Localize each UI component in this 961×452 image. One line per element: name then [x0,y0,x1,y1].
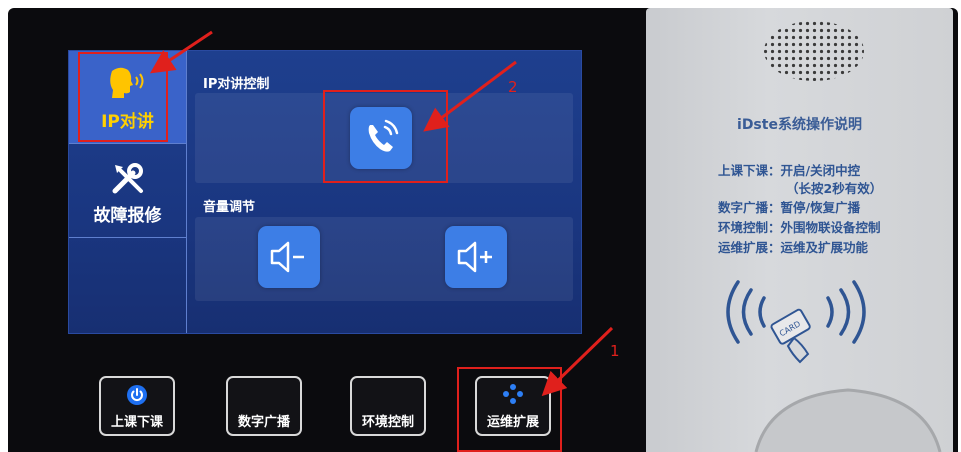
callout-number: 1 [610,342,620,360]
annotation-arrows [150,30,614,397]
callout-number: 2 [508,78,518,96]
